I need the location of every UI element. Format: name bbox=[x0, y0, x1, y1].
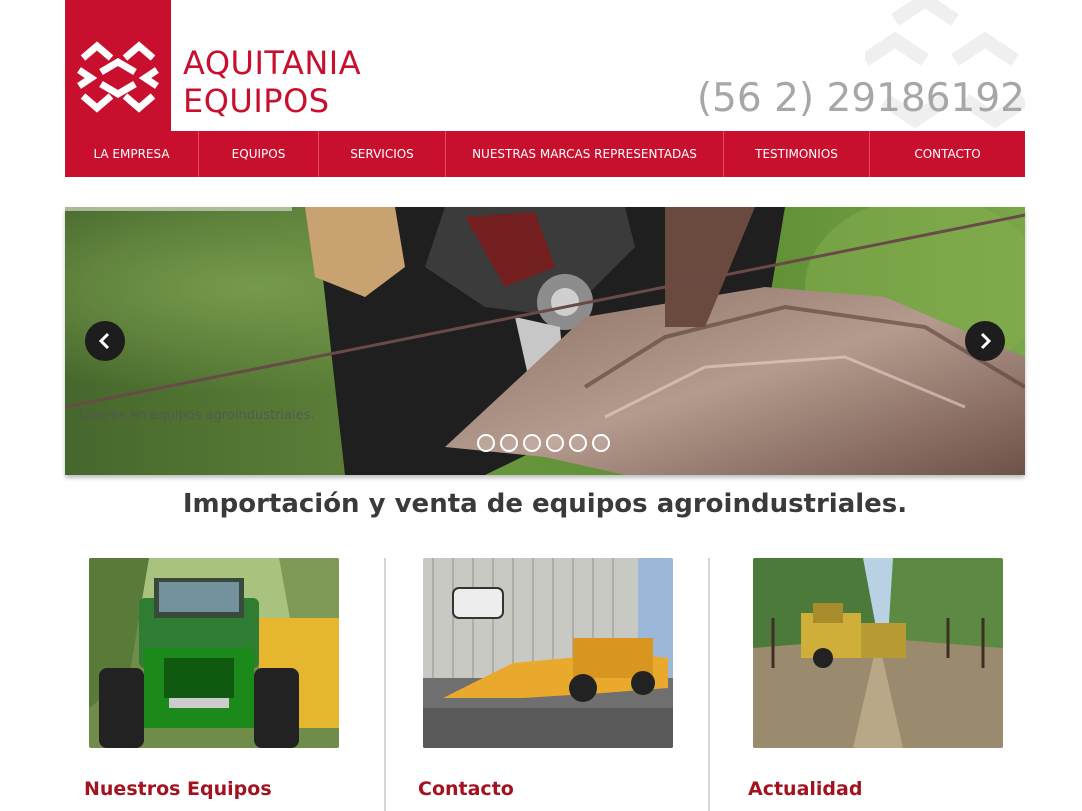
slider-dot-6[interactable] bbox=[592, 434, 610, 452]
hero-slider: Líderes en equipos agroindustriales. bbox=[65, 207, 1025, 475]
orchard-image bbox=[753, 558, 1003, 748]
nav-item-contacto[interactable]: CONTACTO bbox=[870, 131, 1025, 177]
chevron-left-icon bbox=[98, 332, 110, 350]
phone-number[interactable]: (56 2) 29186192 bbox=[697, 76, 1025, 121]
main-nav: LA EMPRESA EQUIPOS SERVICIOS NUESTRAS MA… bbox=[65, 131, 1025, 177]
machinery-building-image bbox=[423, 558, 673, 748]
slider-dot-2[interactable] bbox=[500, 434, 518, 452]
logo-mark-icon bbox=[77, 41, 159, 113]
nav-item-equipos[interactable]: EQUIPOS bbox=[199, 131, 319, 177]
card-image-contacto[interactable] bbox=[423, 558, 673, 748]
nav-item-testimonios[interactable]: TESTIMONIOS bbox=[724, 131, 870, 177]
card-image-equipos[interactable] bbox=[89, 558, 339, 748]
card-title-actualidad[interactable]: Actualidad bbox=[748, 778, 862, 800]
page-tagline: Importación y venta de equipos agroindus… bbox=[182, 489, 908, 519]
slide-caption: Líderes en equipos agroindustriales. bbox=[79, 408, 315, 423]
slider-next-button[interactable] bbox=[965, 321, 1005, 361]
brand-line-1: AQUITANIA bbox=[183, 44, 362, 82]
column-divider bbox=[384, 558, 386, 811]
card-title-contacto[interactable]: Contacto bbox=[418, 778, 514, 800]
brand-name[interactable]: AQUITANIA EQUIPOS bbox=[183, 44, 361, 120]
tractor-image bbox=[89, 558, 339, 748]
slider-prev-button[interactable] bbox=[85, 321, 125, 361]
card-title-equipos[interactable]: Nuestros Equipos bbox=[84, 778, 272, 800]
slider-dot-5[interactable] bbox=[569, 434, 587, 452]
column-divider bbox=[708, 558, 710, 811]
card-image-actualidad[interactable] bbox=[753, 558, 1003, 748]
page-wrapper: AQUITANIA EQUIPOS (56 2) 29186192 LA EMP… bbox=[65, 0, 1025, 811]
slider-dot-3[interactable] bbox=[523, 434, 541, 452]
nav-item-marcas[interactable]: NUESTRAS MARCAS REPRESENTADAS bbox=[446, 131, 724, 177]
nav-item-servicios[interactable]: SERVICIOS bbox=[319, 131, 446, 177]
brand-line-2: EQUIPOS bbox=[183, 82, 330, 120]
slider-pagination bbox=[477, 434, 610, 452]
chevron-right-icon bbox=[980, 332, 992, 350]
slider-dot-1[interactable] bbox=[477, 434, 495, 452]
slider-dot-4[interactable] bbox=[546, 434, 564, 452]
nav-item-la-empresa[interactable]: LA EMPRESA bbox=[65, 131, 199, 177]
logo[interactable] bbox=[65, 0, 171, 131]
site-header: AQUITANIA EQUIPOS (56 2) 29186192 bbox=[65, 0, 1025, 131]
